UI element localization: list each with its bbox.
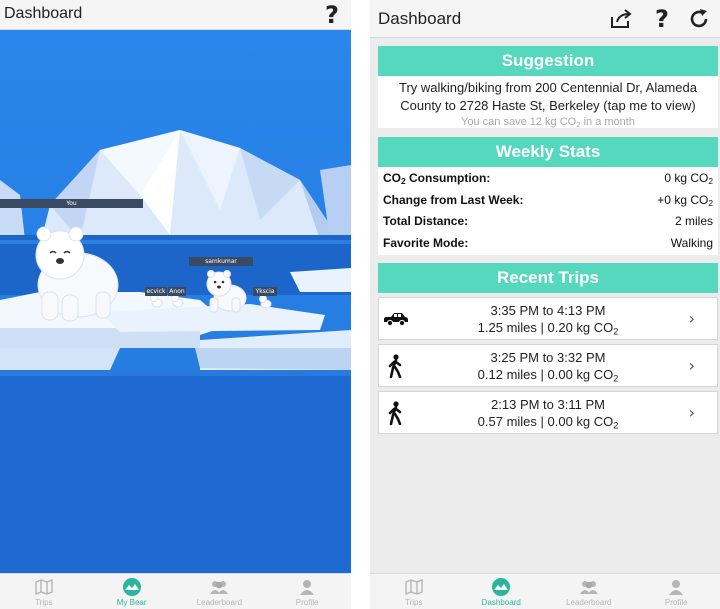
nav-my-bear[interactable]: My Bear: [88, 574, 176, 609]
chevron-right-icon: ›: [688, 356, 695, 375]
dashboard-screen: Dashboard ? Suggestion Try walking/bikin…: [370, 0, 720, 609]
nav-profile[interactable]: Profile: [263, 574, 351, 609]
page-title: Dashboard: [378, 9, 462, 28]
nav-label-my-bear: My Bear: [116, 598, 147, 607]
nav-leaderboard[interactable]: Leaderboard: [545, 574, 633, 609]
share-icon[interactable]: [607, 0, 635, 38]
trip-row[interactable]: 3:35 PM to 4:13 PM 1.25 miles | 0.20 kg …: [378, 297, 718, 340]
nav-profile[interactable]: Profile: [633, 574, 720, 609]
stat-change-last-week: Change from Last Week: +0 kg CO2: [378, 189, 718, 211]
trip-time: 3:25 PM to 3:32 PM: [490, 350, 606, 365]
bear-scene: You samkumar ecvick Anon Ykscia: [0, 30, 351, 573]
app-bar: Dashboard ?: [0, 0, 351, 30]
page-title: Dashboard: [4, 5, 83, 22]
player-tag-ykscia: Ykscia: [253, 287, 277, 296]
player-tag-you: You: [0, 199, 143, 208]
suggestion-header: Suggestion: [378, 46, 718, 76]
help-icon[interactable]: ?: [318, 0, 346, 30]
stat-favorite-mode: Favorite Mode: Walking: [378, 232, 718, 254]
weekly-stats-header: Weekly Stats: [378, 137, 718, 167]
recent-trips-card: Recent Trips 3:35 PM to 4:13 PM 1.25 mil…: [378, 263, 718, 438]
suggestion-text: Try walking/biking from 200 Centennial D…: [399, 80, 697, 113]
trip-detail: 1.25 miles | 0.20 kg CO2: [477, 320, 619, 337]
nav-dashboard[interactable]: Dashboard: [458, 574, 546, 609]
stat-label: Total Distance:: [383, 214, 469, 228]
bear-mountain-icon: [122, 577, 142, 597]
trip-time: 2:13 PM to 3:11 PM: [491, 397, 605, 412]
nav-label-dashboard: Dashboard: [481, 598, 521, 607]
player-tag-anon: Anon: [168, 287, 186, 296]
my-bear-screen: Dashboard ? You samkumar ecvick Anon Yks…: [0, 0, 351, 609]
player-tag-ecvick: ecvick: [145, 287, 167, 296]
trip-detail: 0.57 miles | 0.00 kg CO2: [477, 414, 619, 431]
trip-detail: 0.12 miles | 0.00 kg CO2: [477, 367, 619, 384]
bottom-nav: Trips Dashboard Leaderboard Profile: [370, 573, 720, 609]
trip-row[interactable]: 2:13 PM to 3:11 PM 0.57 miles | 0.00 kg …: [378, 391, 718, 434]
weekly-stats-card: Weekly Stats CO2 Consumption: 0 kg CO2 C…: [378, 137, 718, 255]
nav-label-trips: Trips: [35, 598, 53, 607]
chevron-right-icon: ›: [688, 309, 695, 328]
suggestion-savings: You can save 12 kg CO2 in a month: [461, 116, 635, 129]
map-icon: [404, 577, 424, 597]
bear-mountain-icon: [491, 577, 511, 597]
recent-trips-header: Recent Trips: [378, 263, 718, 293]
trip-time: 3:35 PM to 4:13 PM: [490, 303, 606, 318]
stat-value: 0 kg CO2: [664, 171, 713, 187]
stat-label: CO2 Consumption:: [383, 171, 491, 187]
stat-co2-consumption: CO2 Consumption: 0 kg CO2: [378, 167, 718, 189]
stat-value: +0 kg CO2: [657, 192, 713, 208]
nav-label-trips: Trips: [405, 598, 423, 607]
refresh-icon[interactable]: [685, 0, 713, 38]
people-icon: [209, 577, 229, 597]
nav-leaderboard[interactable]: Leaderboard: [176, 574, 264, 609]
trip-row[interactable]: 3:25 PM to 3:32 PM 0.12 miles | 0.00 kg …: [378, 344, 718, 387]
stat-value: Walking: [670, 235, 713, 250]
suggestion-card[interactable]: Suggestion Try walking/biking from 200 C…: [378, 46, 718, 129]
nav-trips[interactable]: Trips: [0, 574, 88, 609]
app-bar: Dashboard ?: [370, 0, 720, 38]
nav-label-leaderboard: Leaderboard: [196, 598, 243, 607]
help-icon[interactable]: ?: [648, 0, 676, 38]
person-icon: [666, 577, 686, 597]
arctic-scene-art: [0, 30, 351, 573]
map-icon: [34, 577, 54, 597]
nav-label-profile: Profile: [664, 598, 688, 607]
stat-label: Favorite Mode:: [383, 235, 469, 250]
player-tag-samkumar: samkumar: [189, 257, 253, 266]
stat-total-distance: Total Distance: 2 miles: [378, 210, 718, 232]
bottom-nav: Trips My Bear Leaderboard Profile: [0, 573, 351, 609]
stat-label: Change from Last Week:: [383, 192, 524, 207]
person-icon: [297, 577, 317, 597]
nav-trips[interactable]: Trips: [370, 574, 458, 609]
nav-label-leaderboard: Leaderboard: [566, 598, 612, 607]
stat-value: 2 miles: [674, 214, 713, 228]
people-icon: [579, 577, 599, 597]
nav-label-profile: Profile: [295, 598, 319, 607]
chevron-right-icon: ›: [688, 403, 695, 422]
